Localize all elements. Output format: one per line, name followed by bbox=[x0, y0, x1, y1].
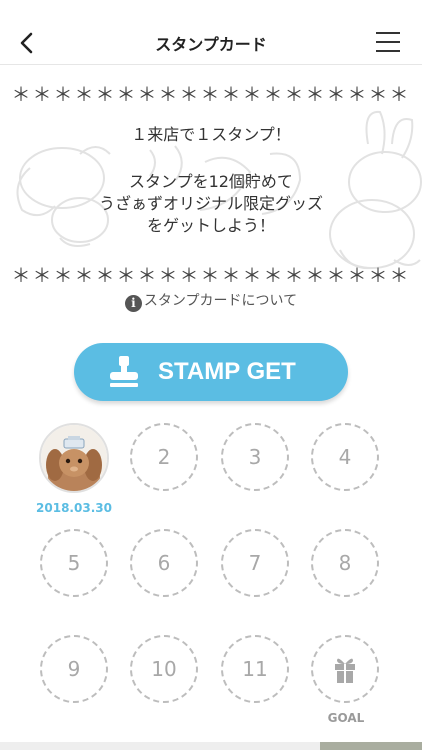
stamp-slot-4: 4 bbox=[311, 423, 379, 491]
stamp-icon bbox=[110, 356, 138, 387]
stamp-date: 2018.03.30 bbox=[36, 501, 112, 515]
star-divider-top: ＊＊＊＊＊＊＊＊＊＊＊＊＊＊＊＊＊＊＊ bbox=[11, 84, 411, 106]
stamp-slot-2: 2 bbox=[130, 423, 198, 491]
about-stamp-card-link[interactable]: i スタンプカードについて bbox=[0, 290, 422, 312]
rule-text-line-4: をゲットしよう！ bbox=[146, 216, 275, 235]
stamp-slot-5: 5 bbox=[40, 529, 108, 597]
info-icon: i bbox=[124, 295, 142, 312]
rule-text-line-3: うざぁずオリジナル限定グッズ bbox=[98, 194, 323, 213]
rule-text-line-2: スタンプを12個貯めて bbox=[129, 172, 293, 191]
star-divider-bottom: ＊＊＊＊＊＊＊＊＊＊＊＊＊＊＊＊＊＊＊ bbox=[11, 265, 411, 287]
stamp-get-button[interactable]: STAMP GET bbox=[74, 343, 348, 401]
gift-icon bbox=[335, 658, 355, 683]
stamp-slot-goal bbox=[311, 635, 379, 703]
stamp-slot-1-photo[interactable] bbox=[39, 423, 109, 493]
page-title: スタンプカード bbox=[155, 35, 267, 54]
stamp-slot-11: 11 bbox=[221, 635, 289, 703]
rule-text-line-1: １来店で１スタンプ！ bbox=[131, 125, 291, 144]
rabbit-photo bbox=[41, 425, 107, 491]
about-stamp-card-label: スタンプカードについて bbox=[143, 293, 298, 309]
stamp-slot-6: 6 bbox=[130, 529, 198, 597]
stamp-get-label: STAMP GET bbox=[158, 358, 296, 385]
bottom-edge bbox=[0, 742, 422, 750]
stamp-slot-3: 3 bbox=[221, 423, 289, 491]
header-bar: スタンプカード bbox=[0, 0, 422, 65]
stamp-slot-7: 7 bbox=[221, 529, 289, 597]
stamp-slot-9: 9 bbox=[40, 635, 108, 703]
stamp-slot-10: 10 bbox=[130, 635, 198, 703]
hamburger-menu-icon[interactable] bbox=[376, 32, 402, 52]
goal-label: GOAL bbox=[327, 711, 365, 725]
stamp-slot-8: 8 bbox=[311, 529, 379, 597]
